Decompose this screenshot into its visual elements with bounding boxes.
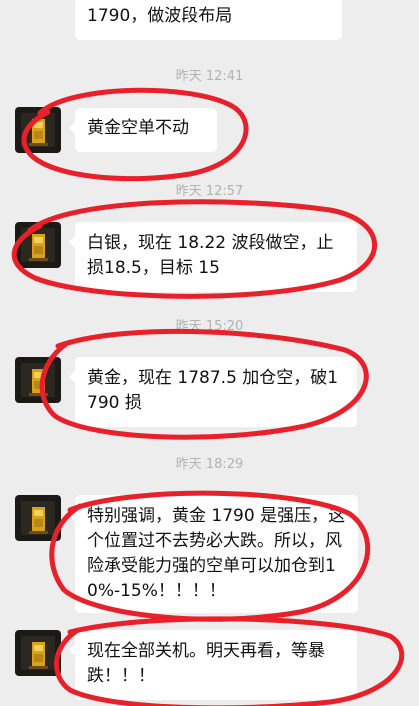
avatar[interactable]: [15, 357, 61, 403]
message-text: 黄金，现在 1787.5 加仓空，破1790 损: [87, 368, 339, 413]
message-bubble-0[interactable]: 1790，做波段布局: [75, 0, 342, 40]
avatar[interactable]: [15, 222, 61, 268]
message-bubble-2[interactable]: 白银，现在 18.22 波段做空，止损18.5，目标 15: [69, 222, 357, 292]
message-text: 黄金空单不动: [87, 118, 189, 138]
avatar[interactable]: [15, 107, 61, 153]
timestamp: 昨天 12:41: [175, 69, 244, 84]
message-text: 白银，现在 18.22 波段做空，止损18.5，目标 15: [87, 233, 334, 278]
avatar[interactable]: [15, 495, 61, 541]
timestamp: 昨天 15:20: [175, 319, 244, 334]
message-text: 现在全部关机。明天再看，等暴跌！！！: [87, 641, 325, 686]
message-text: 1790，做波段布局: [87, 6, 233, 26]
message-bubble-5[interactable]: 现在全部关机。明天再看，等暴跌！！！: [69, 630, 357, 700]
timestamp: 昨天 12:57: [175, 184, 244, 199]
message-bubble-1[interactable]: 黄金空单不动: [69, 108, 217, 152]
message-bubble-3[interactable]: 黄金，现在 1787.5 加仓空，破1790 损: [69, 357, 357, 427]
message-bubble-4[interactable]: 特别强调，黄金 1790 是强压，这个位置过不去势必大跌。所以，风险承受能力强的…: [69, 495, 358, 613]
avatar[interactable]: [15, 630, 61, 676]
message-text: 特别强调，黄金 1790 是强压，这个位置过不去势必大跌。所以，风险承受能力强的…: [87, 506, 346, 601]
timestamp: 昨天 18:29: [175, 457, 244, 472]
